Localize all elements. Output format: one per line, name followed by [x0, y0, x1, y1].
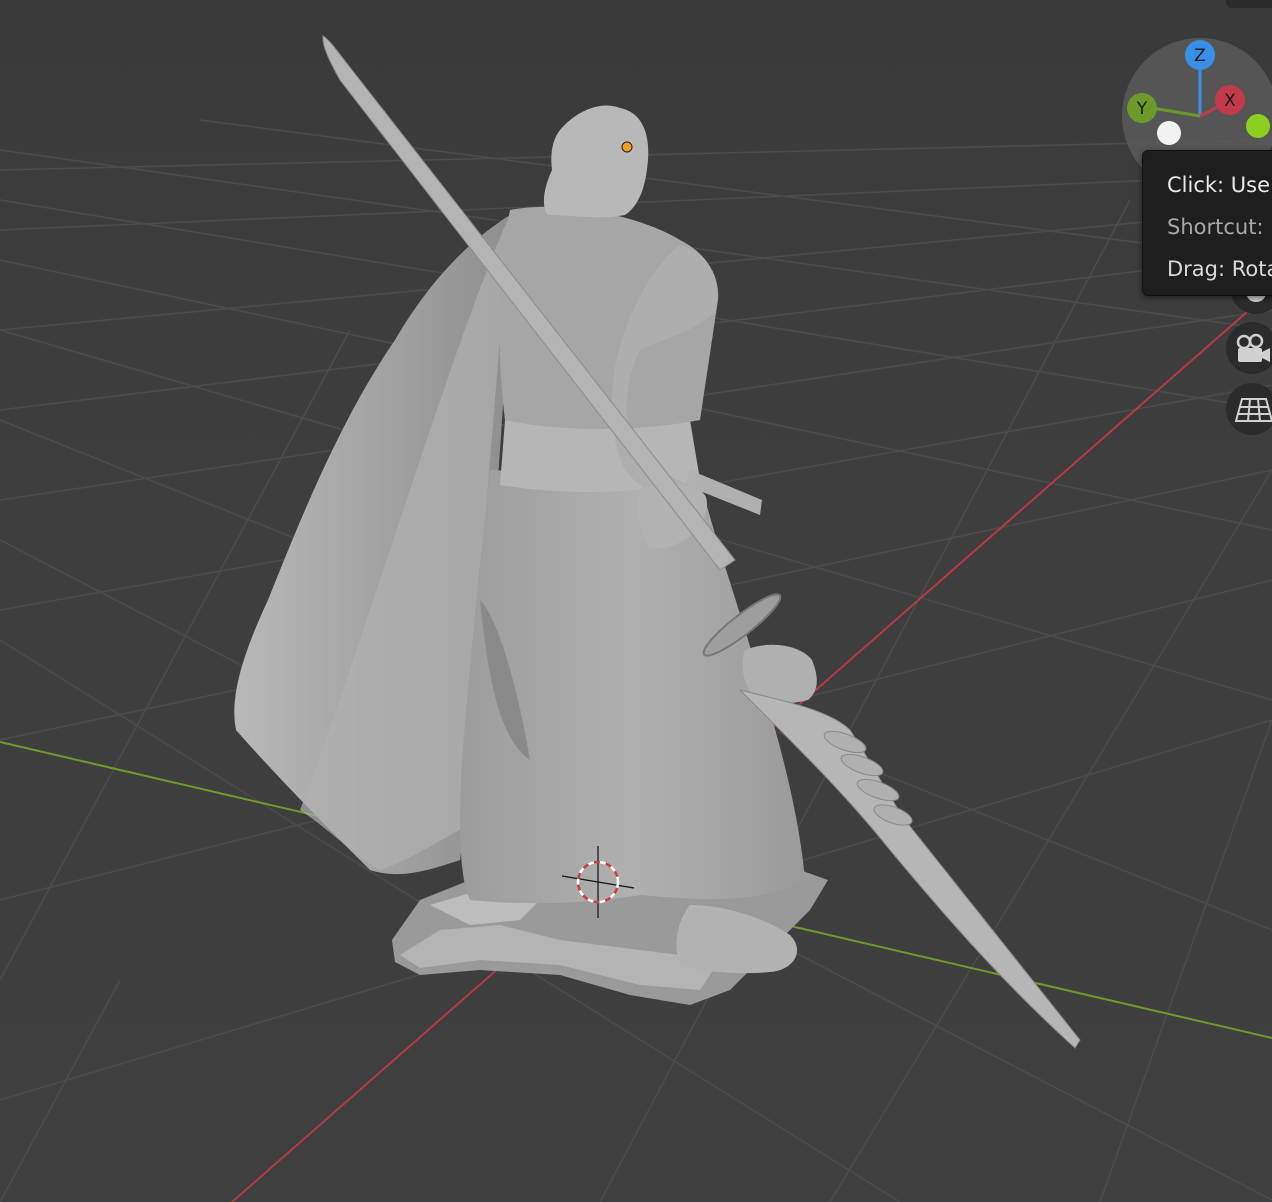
- gizmo-neg-x[interactable]: [1246, 114, 1270, 138]
- x-axis-label: X: [1224, 91, 1236, 111]
- perspective-grid-icon: [1234, 398, 1272, 422]
- y-axis-label: Y: [1136, 99, 1148, 119]
- gizmo-x-axis[interactable]: X: [1215, 85, 1245, 115]
- tooltip-click-text: Click: Use: [1167, 173, 1271, 197]
- gizmo-y-axis[interactable]: Y: [1127, 93, 1157, 123]
- gizmo-z-axis[interactable]: Z: [1185, 40, 1215, 70]
- viewport-scene: [0, 0, 1272, 1202]
- tooltip-shortcut-text: Shortcut:: [1167, 215, 1264, 239]
- z-axis-label: Z: [1194, 46, 1206, 66]
- object-origin: [621, 141, 633, 153]
- gizmo-neg-y[interactable]: [1157, 121, 1181, 145]
- 3d-viewport[interactable]: Z Y X Click: Use Shortcut: Drag: Rota: [0, 0, 1272, 1202]
- camera-view-button[interactable]: [1226, 322, 1272, 374]
- tooltip-drag-text: Drag: Rota: [1167, 257, 1272, 281]
- gizmo-tooltip: Click: Use Shortcut: Drag: Rota: [1142, 150, 1272, 296]
- header-corner: [1226, 0, 1272, 8]
- camera-icon: [1236, 333, 1270, 362]
- perspective-toggle-button[interactable]: [1226, 383, 1272, 435]
